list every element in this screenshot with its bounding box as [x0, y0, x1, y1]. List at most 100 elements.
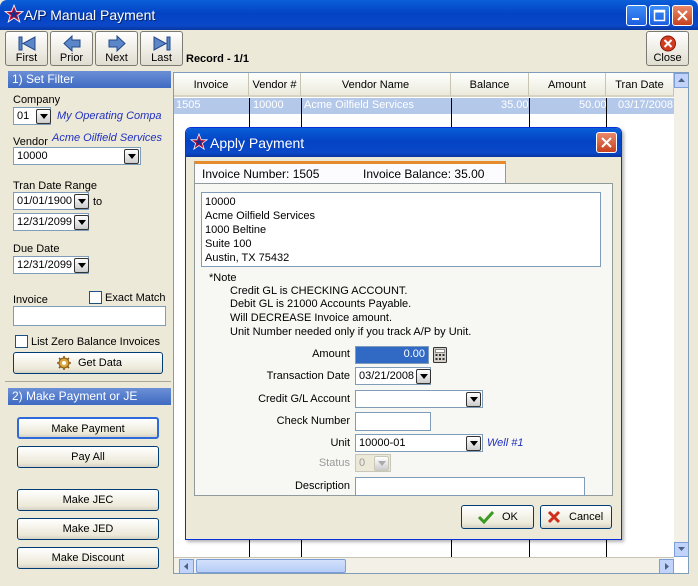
- make-jed-label: Make JED: [62, 523, 114, 535]
- amount-input[interactable]: 0.00: [355, 346, 429, 364]
- tran-to-dropdown-button[interactable]: [74, 215, 89, 230]
- chevron-down-icon: [470, 441, 478, 446]
- close-icon: [601, 137, 612, 148]
- make-payment-header: 2) Make Payment or JE: [8, 388, 171, 405]
- chevron-down-icon: [128, 154, 136, 159]
- make-jec-button[interactable]: Make JEC: [17, 489, 159, 511]
- last-icon: [153, 36, 170, 51]
- first-label: First: [15, 52, 38, 64]
- tran-from-dropdown-button[interactable]: [74, 194, 89, 209]
- first-button[interactable]: First: [5, 31, 48, 66]
- due-date-dropdown-button[interactable]: [74, 258, 89, 273]
- col-vendor-number[interactable]: Vendor #: [249, 73, 301, 97]
- chevron-down-icon: [378, 461, 386, 466]
- window-title-bar: A/P Manual Payment: [0, 0, 698, 30]
- close-button[interactable]: Close: [646, 31, 689, 66]
- col-tran-date[interactable]: Tran Date: [606, 73, 674, 97]
- next-label: Next: [105, 52, 128, 64]
- description-input[interactable]: [355, 477, 585, 496]
- chevron-down-icon: [40, 114, 48, 119]
- close-icon: [677, 10, 688, 21]
- maximize-button[interactable]: [649, 5, 670, 26]
- tran-to-value: 12/31/2099: [17, 216, 73, 228]
- dialog-close-button[interactable]: [596, 132, 617, 153]
- vendor-value: 10000: [17, 150, 48, 162]
- tran-date-range-label: Tran Date Range: [13, 180, 97, 192]
- col-invoice[interactable]: Invoice: [174, 73, 249, 97]
- unit-select[interactable]: 10000-01: [355, 434, 483, 452]
- scroll-right-icon: [659, 559, 674, 573]
- note-line: Will DECREASE Invoice amount.: [230, 312, 392, 324]
- make-jec-label: Make JEC: [62, 494, 114, 506]
- note-line: Debit GL is 21000 Accounts Payable.: [230, 298, 412, 310]
- credit-gl-dropdown-button[interactable]: [466, 392, 481, 407]
- amount-value: 0.00: [356, 347, 428, 363]
- set-filter-header: 1) Set Filter: [8, 71, 171, 88]
- exact-match-checkbox[interactable]: [89, 291, 102, 304]
- chevron-down-icon: [78, 263, 86, 268]
- vertical-scrollbar[interactable]: [674, 73, 688, 557]
- row-tran-date: 03/17/2008: [618, 99, 674, 111]
- col-amount[interactable]: Amount: [529, 73, 606, 97]
- status-dropdown-button[interactable]: [374, 456, 389, 471]
- make-jed-button[interactable]: Make JED: [17, 518, 159, 540]
- maximize-icon: [653, 9, 666, 22]
- dialog-title-bar: Apply Payment: [186, 128, 621, 157]
- note-title: *Note: [209, 272, 237, 284]
- vendor-address-box: 10000 Acme Oilfield Services 1000 Beltin…: [201, 192, 601, 267]
- scroll-up-icon: [674, 73, 688, 88]
- vendor-dropdown-button[interactable]: [124, 149, 139, 164]
- panel-divider: [5, 381, 171, 382]
- last-button[interactable]: Last: [140, 31, 183, 66]
- address-line: 10000: [205, 196, 236, 208]
- get-data-button[interactable]: Get Data: [13, 352, 163, 374]
- toolbar: First Prior Next Last Record - 1/1 Close: [0, 30, 698, 68]
- company-label: Company: [13, 94, 61, 106]
- dialog-title: Apply Payment: [210, 135, 305, 151]
- invoice-tab[interactable]: Invoice Number: 1505 Invoice Balance: 35…: [194, 161, 506, 184]
- zero-balance-checkbox[interactable]: [15, 335, 28, 348]
- last-label: Last: [151, 52, 172, 64]
- chevron-down-icon: [470, 397, 478, 402]
- row-invoice: 1505: [176, 99, 201, 111]
- row-vendor-number: 10000: [253, 99, 284, 111]
- status-label: Status: [318, 457, 350, 469]
- address-line: Suite 100: [205, 238, 252, 250]
- make-discount-button[interactable]: Make Discount: [17, 547, 159, 569]
- note-line: Credit GL is CHECKING ACCOUNT.: [230, 285, 408, 297]
- company-dropdown-button[interactable]: [36, 109, 51, 124]
- make-payment-button[interactable]: Make Payment: [17, 417, 159, 439]
- transaction-date-dropdown-button[interactable]: [416, 369, 431, 384]
- company-value: 01: [17, 110, 30, 122]
- cancel-label: Cancel: [569, 511, 604, 523]
- next-button[interactable]: Next: [95, 31, 138, 66]
- ok-label: OK: [502, 511, 518, 523]
- cancel-button[interactable]: Cancel: [540, 505, 612, 529]
- scroll-left-icon: [179, 559, 194, 573]
- credit-gl-select[interactable]: [355, 390, 483, 408]
- pay-all-label: Pay All: [71, 451, 105, 463]
- unit-label: Unit: [330, 437, 350, 449]
- col-vendor-name[interactable]: Vendor Name: [301, 73, 451, 97]
- check-number-input[interactable]: [355, 412, 431, 431]
- window-close-button[interactable]: [672, 5, 693, 26]
- unit-dropdown-button[interactable]: [466, 436, 481, 451]
- minimize-button[interactable]: [626, 5, 647, 26]
- zero-balance-label: List Zero Balance Invoices: [31, 336, 161, 348]
- invoice-input[interactable]: [13, 306, 166, 326]
- minimize-icon: [632, 18, 639, 20]
- transaction-date-label: Transaction Date: [266, 370, 350, 382]
- horizontal-scrollbar[interactable]: [174, 557, 674, 573]
- ok-button[interactable]: OK: [461, 505, 534, 529]
- chevron-down-icon: [78, 199, 86, 204]
- pay-all-button[interactable]: Pay All: [17, 446, 159, 468]
- vendor-select[interactable]: 10000: [13, 147, 141, 165]
- prior-button[interactable]: Prior: [50, 31, 93, 66]
- col-balance[interactable]: Balance: [451, 73, 529, 97]
- due-date-value: 12/31/2099: [17, 259, 73, 271]
- calculator-icon[interactable]: [433, 347, 447, 363]
- scroll-thumb[interactable]: [196, 559, 346, 573]
- dialog-body: 10000 Acme Oilfield Services 1000 Beltin…: [194, 183, 613, 496]
- unit-name: Well #1: [487, 437, 524, 449]
- window-title: A/P Manual Payment: [24, 7, 156, 23]
